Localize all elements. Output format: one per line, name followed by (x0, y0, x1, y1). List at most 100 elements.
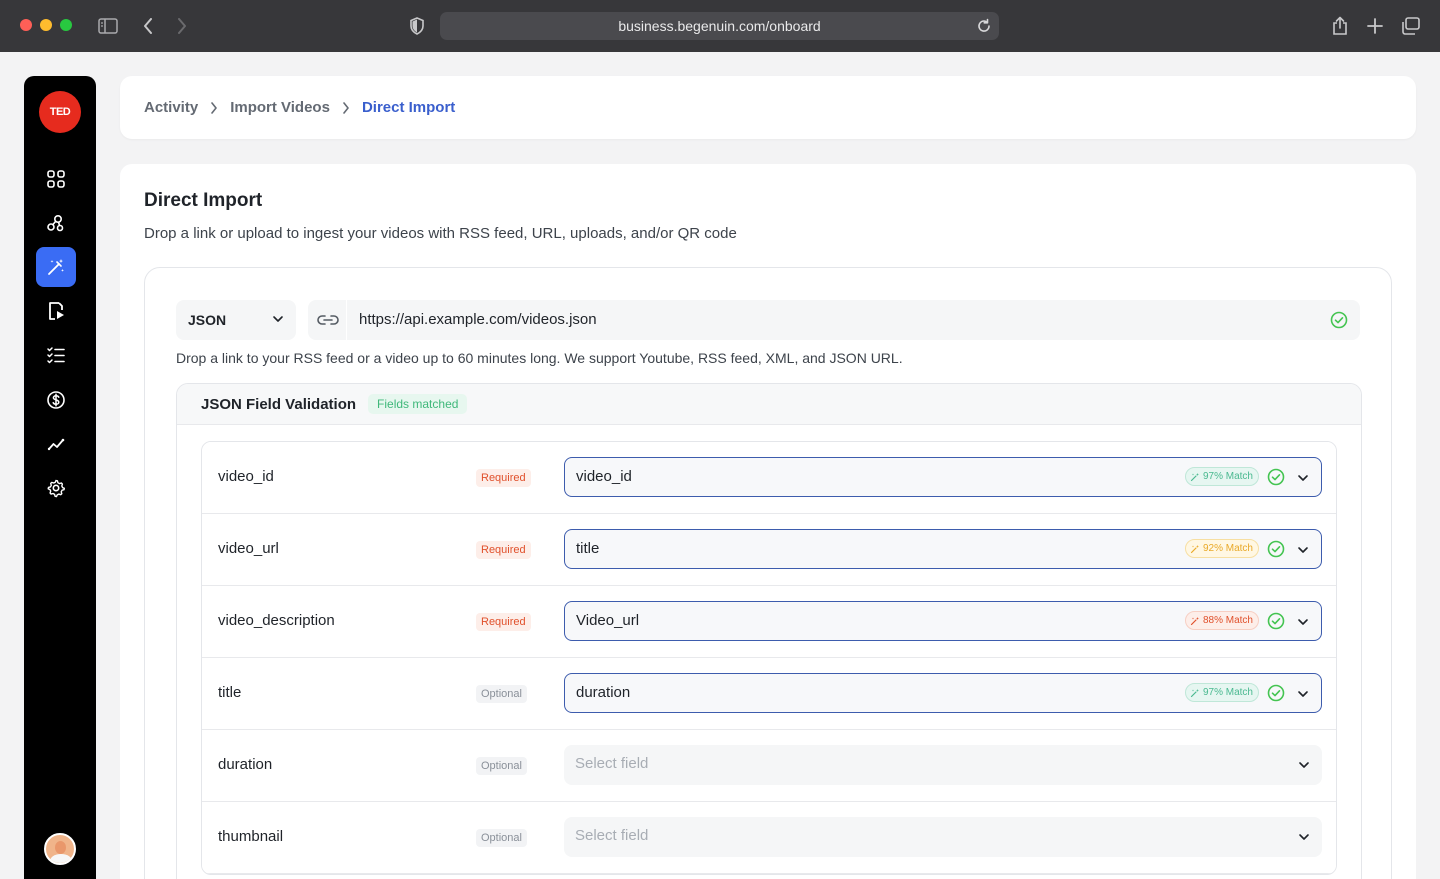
reload-icon[interactable] (975, 17, 993, 35)
sparkle-icon (1190, 472, 1200, 482)
field-requirement-tag: Optional (476, 829, 527, 847)
sidebar: TED (24, 76, 96, 879)
field-mapping-select[interactable]: video_id 97% Match (564, 457, 1322, 497)
source-type-select[interactable]: JSON (176, 300, 296, 340)
page: TED Activity Import Videos Direct Import… (0, 52, 1440, 879)
field-requirement-tag: Required (476, 613, 531, 631)
validation-header: JSON Field Validation Fields matched (177, 384, 1361, 425)
page-subtitle: Drop a link or upload to ingest your vid… (144, 225, 737, 242)
url-input[interactable]: https://api.example.com/videos.json (308, 300, 1360, 340)
chevron-right-icon (330, 101, 362, 114)
match-score-badge: 97% Match (1184, 467, 1259, 486)
sidebar-toggle-icon[interactable] (96, 14, 120, 38)
field-mapping-select[interactable]: title 92% Match (564, 529, 1322, 569)
field-mapping-select[interactable]: duration 97% Match (564, 673, 1322, 713)
match-score-text: 88% Match (1202, 615, 1253, 626)
direct-import-card: Direct Import Drop a link or upload to i… (120, 164, 1416, 879)
community-icon[interactable] (36, 203, 76, 243)
field-mapping-select[interactable]: Select field (564, 817, 1322, 857)
chevron-down-icon (273, 316, 283, 322)
shield-icon[interactable] (405, 14, 429, 38)
field-name: title (218, 684, 242, 701)
field-requirement-tag: Required (476, 469, 531, 487)
grid-icon[interactable] (36, 159, 76, 199)
check-circle-icon (1330, 311, 1348, 329)
json-field-validation: JSON Field Validation Fields matched vid… (176, 383, 1362, 879)
select-placeholder: Select field (575, 827, 649, 844)
check-circle-icon (1267, 612, 1285, 630)
breadcrumb-import-videos[interactable]: Import Videos (230, 99, 330, 116)
chevron-down-icon (1298, 547, 1308, 553)
table-row: duration Optional Select field (202, 730, 1336, 802)
table-row: video_description Required Video_url 88% Ma… (202, 586, 1336, 658)
match-score-text: 92% Match (1202, 543, 1253, 554)
breadcrumb-direct-import[interactable]: Direct Import (362, 99, 455, 116)
match-score-text: 97% Match (1202, 687, 1253, 698)
field-mapping-select[interactable]: Select field (564, 745, 1322, 785)
source-type-value: JSON (188, 312, 227, 328)
share-icon[interactable] (1328, 14, 1352, 38)
address-bar[interactable]: business.begenuin.com/onboard (440, 12, 999, 40)
chevron-down-icon (1298, 691, 1308, 697)
field-mapping-select[interactable]: Video_url 88% Match (564, 601, 1322, 641)
table-row: video_id Required video_id 97% Match (202, 442, 1336, 514)
match-score-badge: 88% Match (1184, 611, 1259, 630)
field-requirement-tag: Optional (476, 757, 527, 775)
new-tab-icon[interactable] (1363, 14, 1387, 38)
page-title: Direct Import (144, 190, 263, 211)
chevron-down-icon (1298, 475, 1308, 481)
brand-logo[interactable]: TED (39, 91, 81, 133)
breadcrumb: Activity Import Videos Direct Import (120, 76, 1416, 139)
field-mapping-list: video_id Required video_id 97% Match video_u… (201, 441, 1337, 875)
chevron-down-icon (1299, 762, 1309, 768)
avatar[interactable] (44, 833, 76, 865)
list-icon[interactable] (36, 335, 76, 375)
chevron-right-icon (198, 101, 230, 114)
field-name: thumbnail (218, 828, 284, 845)
field-name: video_url (218, 540, 279, 557)
magic-wand-icon[interactable] (36, 247, 76, 287)
chevron-down-icon (1299, 834, 1309, 840)
close-window-button[interactable] (20, 19, 32, 31)
select-placeholder: Select field (575, 755, 649, 772)
mapped-field-value: video_id (576, 468, 632, 485)
check-circle-icon (1267, 540, 1285, 558)
url-value: https://api.example.com/videos.json (359, 311, 597, 328)
field-name: video_description (218, 612, 335, 629)
maximize-window-button[interactable] (60, 19, 72, 31)
tab-overview-icon[interactable] (1399, 14, 1423, 38)
analytics-icon[interactable] (36, 424, 76, 464)
browser-toolbar: business.begenuin.com/onboard (0, 0, 1440, 52)
check-circle-icon (1267, 468, 1285, 486)
field-requirement-tag: Required (476, 541, 531, 559)
table-row: video_url Required title 92% Match (202, 514, 1336, 586)
video-file-icon[interactable] (36, 291, 76, 331)
match-score-text: 97% Match (1202, 471, 1253, 482)
import-box: JSON https://api.example.com/videos.json… (144, 267, 1392, 879)
table-row: thumbnail Optional Select field (202, 802, 1336, 874)
field-name: duration (218, 756, 273, 773)
field-name: video_id (218, 468, 274, 485)
address-text: business.begenuin.com/onboard (618, 18, 821, 34)
mapped-field-value: title (576, 540, 600, 557)
back-icon[interactable] (136, 14, 160, 38)
match-score-badge: 92% Match (1184, 539, 1259, 558)
url-help-text: Drop a link to your RSS feed or a video … (176, 350, 903, 366)
status-badge: Fields matched (368, 394, 468, 414)
mapped-field-value: Video_url (576, 612, 640, 629)
mapped-field-value: duration (576, 684, 631, 701)
field-requirement-tag: Optional (476, 685, 527, 703)
link-icon (317, 315, 339, 325)
table-row: title Optional duration 97% Match (202, 658, 1336, 730)
check-circle-icon (1267, 684, 1285, 702)
forward-icon[interactable] (170, 14, 194, 38)
chevron-down-icon (1298, 619, 1308, 625)
sparkle-icon (1190, 688, 1200, 698)
settings-icon[interactable] (36, 468, 76, 508)
sparkle-icon (1190, 616, 1200, 626)
minimize-window-button[interactable] (40, 19, 52, 31)
breadcrumb-activity[interactable]: Activity (144, 99, 198, 116)
dollar-icon[interactable] (36, 380, 76, 420)
validation-title: JSON Field Validation (201, 395, 357, 413)
sparkle-icon (1190, 544, 1200, 554)
